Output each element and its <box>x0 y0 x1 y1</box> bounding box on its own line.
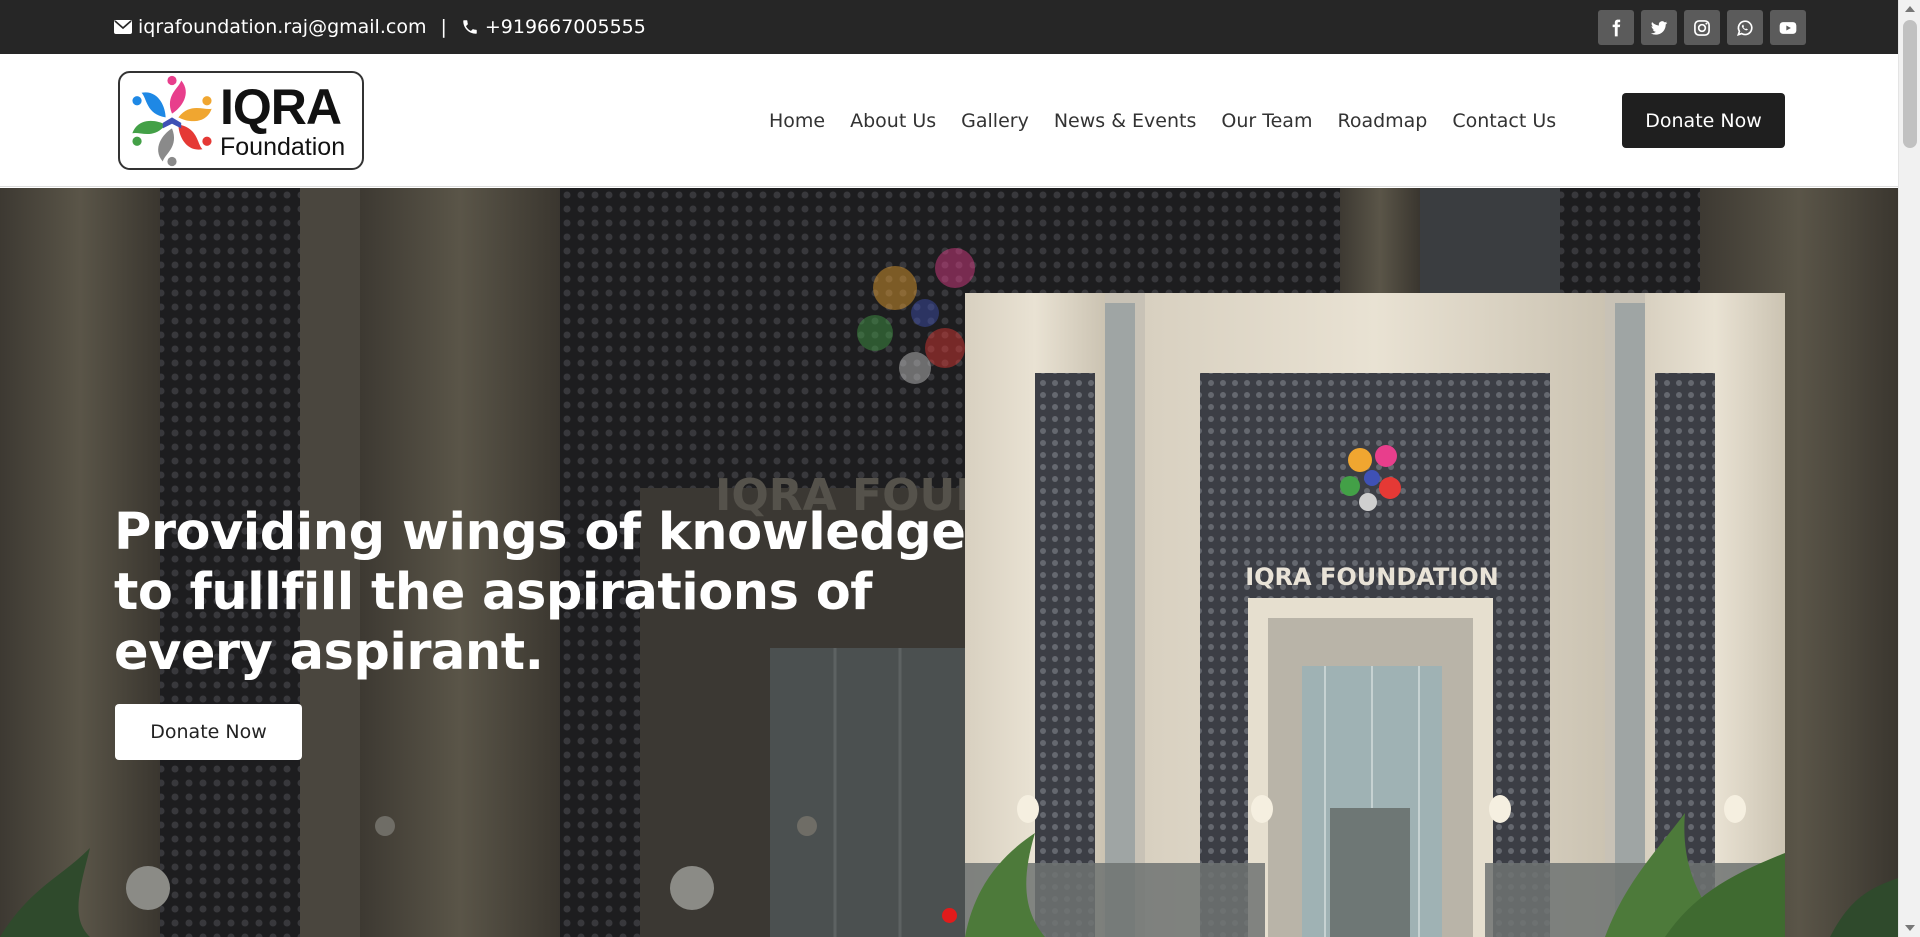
scroll-down-arrow-icon[interactable] <box>1905 925 1915 931</box>
phone-link[interactable]: +919667005555 <box>485 16 646 38</box>
nav-news-events[interactable]: News & Events <box>1054 110 1197 132</box>
nav-contact-us[interactable]: Contact Us <box>1452 110 1556 132</box>
building-sign-text: IQRA FOUNDATION <box>1245 563 1499 591</box>
youtube-icon[interactable] <box>1770 10 1806 45</box>
logo-text: IQRA Foundation <box>220 82 345 160</box>
hero-slider: IQRA FOUN IQRA FOUNDATION Providing wing… <box>0 188 1898 937</box>
site-logo[interactable]: IQRA Foundation <box>118 71 364 170</box>
top-bar: iqrafoundation.raj@gmail.com | +91966700… <box>0 0 1898 54</box>
email-link[interactable]: iqrafoundation.raj@gmail.com <box>138 16 426 38</box>
whatsapp-icon[interactable] <box>1727 10 1763 45</box>
logo-subtitle: Foundation <box>220 132 346 161</box>
logo-emblem-icon <box>132 75 212 166</box>
instagram-icon[interactable] <box>1684 10 1720 45</box>
envelope-icon <box>114 20 132 34</box>
hero-donate-button[interactable]: Donate Now <box>115 704 302 760</box>
hero-heading: Providing wings of knowledge to fullfill… <box>114 503 966 682</box>
facebook-icon[interactable] <box>1598 10 1634 45</box>
social-links <box>1598 10 1806 45</box>
nav-gallery[interactable]: Gallery <box>961 110 1029 132</box>
nav-our-team[interactable]: Our Team <box>1221 110 1312 132</box>
nav-home[interactable]: Home <box>769 110 825 132</box>
contact-separator: | <box>440 16 447 38</box>
nav-roadmap[interactable]: Roadmap <box>1337 110 1427 132</box>
scroll-up-arrow-icon[interactable] <box>1905 6 1915 12</box>
logo-title: IQRA <box>220 78 342 135</box>
nav-about-us[interactable]: About Us <box>850 110 936 132</box>
nav-donate-button[interactable]: Donate Now <box>1622 93 1785 148</box>
main-menu: Home About Us Gallery News & Events Our … <box>769 54 1581 187</box>
slider-dot-active[interactable] <box>942 908 957 923</box>
phone-icon <box>461 18 479 36</box>
twitter-icon[interactable] <box>1641 10 1677 45</box>
contact-info: iqrafoundation.raj@gmail.com | +91966700… <box>114 0 646 54</box>
main-navbar: IQRA Foundation Home About Us Gallery Ne… <box>0 54 1898 187</box>
page-scrollbar[interactable] <box>1898 0 1920 937</box>
scroll-thumb[interactable] <box>1903 20 1917 148</box>
